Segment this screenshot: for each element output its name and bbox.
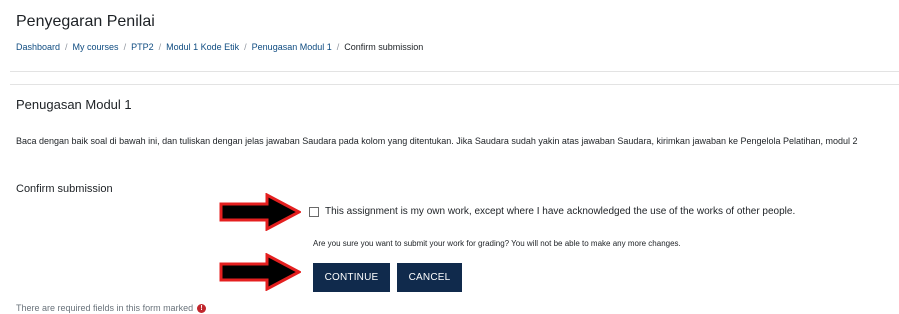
page-title: Penyegaran Penilai	[16, 13, 155, 30]
breadcrumb-dashboard[interactable]: Dashboard	[16, 42, 60, 52]
confirm-submission-heading: Confirm submission	[16, 183, 113, 195]
breadcrumb-separator: /	[65, 42, 68, 52]
breadcrumb-penugasan[interactable]: Penugasan Modul 1	[252, 42, 332, 52]
required-fields-text: There are required fields in this form m…	[16, 303, 194, 313]
exclamation-circle-icon: !	[197, 303, 207, 313]
breadcrumb: Dashboard / My courses / PTP2 / Modul 1 Kode E…	[16, 42, 423, 52]
breadcrumb-separator: /	[336, 42, 340, 52]
breadcrumb-ptp2[interactable]: PTP2	[131, 42, 154, 52]
breadcrumb-separator: /	[123, 42, 127, 52]
cancel-button[interactable]: CANCEL	[397, 263, 462, 292]
assignment-instructions: Baca dengan baik soal di bawah ini, dan …	[16, 136, 858, 146]
confirm-question: Are you sure you want to submit your wor…	[313, 239, 681, 248]
arrow-right-icon	[219, 193, 301, 231]
own-work-label[interactable]: This assignment is my own work, except w…	[325, 206, 795, 217]
page: Penyegaran Penilai Dashboard / My courses /…	[0, 0, 899, 314]
continue-button[interactable]: CONTINUE	[313, 263, 390, 292]
assignment-title: Penugasan Modul 1	[16, 97, 132, 112]
breadcrumb-modul-1[interactable]: Modul 1 Kode Etik	[166, 42, 239, 52]
divider	[10, 71, 899, 72]
breadcrumb-current: Confirm submission	[344, 42, 424, 52]
divider	[10, 84, 899, 85]
required-fields-note: There are required fields in this form m…	[16, 303, 207, 313]
breadcrumb-separator: /	[158, 42, 162, 52]
own-work-checkbox[interactable]	[309, 206, 319, 217]
breadcrumb-separator: /	[244, 42, 247, 52]
breadcrumb-my-courses[interactable]: My courses	[73, 42, 119, 52]
arrow-right-icon	[219, 253, 301, 291]
own-work-row: This assignment is my own work, except w…	[309, 206, 795, 217]
